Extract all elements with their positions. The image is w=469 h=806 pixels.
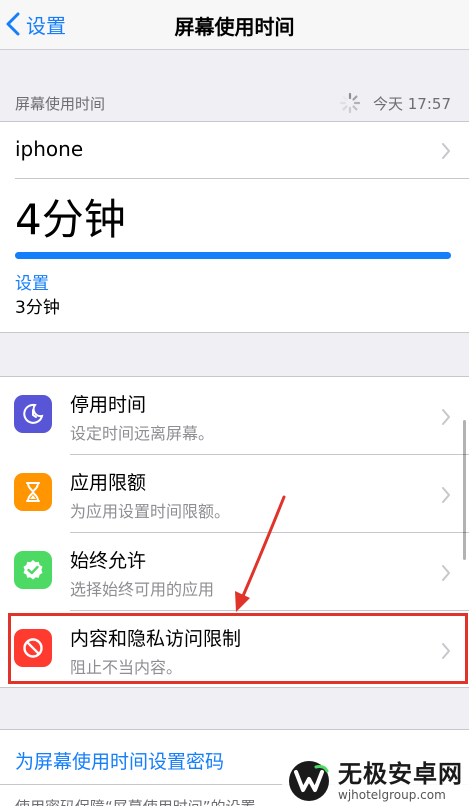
device-row[interactable]: iphone bbox=[0, 122, 469, 179]
updated-time: 今天 17:57 bbox=[373, 94, 451, 113]
category-label: 设置 bbox=[15, 274, 49, 294]
watermark-logo-icon bbox=[289, 761, 329, 801]
checkmark-badge-icon bbox=[14, 551, 52, 589]
restriction-icon bbox=[14, 629, 52, 667]
always-allowed-row[interactable]: 始终允许 选择始终可用的应用 bbox=[0, 533, 469, 611]
passcode-note: 使用密码保障“屏幕使用时间”的设置 bbox=[15, 796, 256, 806]
loading-spinner-icon bbox=[339, 92, 361, 114]
options-list: 停用时间 设定时间远离屏幕。 应用限额 为应用设置时间限额。 始终允许 选择始终… bbox=[0, 376, 469, 688]
page-title: 屏幕使用时间 bbox=[174, 15, 295, 39]
usage-bar[interactable] bbox=[15, 252, 451, 259]
chevron-right-icon bbox=[442, 565, 450, 581]
watermark: 无极安卓网 wjhotelgroup.com bbox=[282, 756, 469, 806]
row-subtitle: 阻止不当内容。 bbox=[70, 658, 183, 677]
row-title: 始终允许 bbox=[70, 550, 147, 572]
row-subtitle: 设定时间远离屏幕。 bbox=[70, 424, 215, 443]
content-privacy-restrictions-row[interactable]: 内容和隐私访问限制 阻止不当内容。 bbox=[0, 611, 469, 689]
navigation-bar: 设置 屏幕使用时间 bbox=[0, 0, 469, 50]
device-name: iphone bbox=[15, 137, 84, 161]
scrollbar[interactable] bbox=[463, 420, 466, 560]
hourglass-icon bbox=[14, 473, 52, 511]
set-passcode-link[interactable]: 为屏幕使用时间设置密码 bbox=[15, 747, 224, 774]
row-title: 内容和隐私访问限制 bbox=[70, 628, 242, 650]
usage-bar-fill bbox=[15, 252, 451, 259]
row-subtitle: 选择始终可用的应用 bbox=[70, 580, 215, 599]
chevron-right-icon bbox=[442, 409, 450, 425]
total-screen-time: 4分钟 bbox=[15, 195, 126, 244]
downtime-row[interactable]: 停用时间 设定时间远离屏幕。 bbox=[0, 377, 469, 455]
divider bbox=[15, 178, 469, 179]
watermark-name: 无极安卓网 bbox=[338, 760, 463, 788]
usage-summary-card: iphone 4分钟 bbox=[0, 121, 469, 333]
category-time: 3分钟 bbox=[15, 298, 60, 318]
chevron-right-icon bbox=[442, 143, 450, 159]
downtime-icon bbox=[14, 395, 52, 433]
chevron-right-icon bbox=[442, 643, 450, 659]
updated-indicator: 今天 17:57 bbox=[339, 92, 451, 114]
chevron-right-icon bbox=[442, 487, 450, 503]
row-title: 应用限额 bbox=[70, 472, 147, 494]
row-subtitle: 为应用设置时间限额。 bbox=[70, 502, 231, 521]
watermark-url: wjhotelgroup.com bbox=[338, 788, 446, 802]
section-header: 屏幕使用时间 bbox=[15, 95, 106, 113]
app-limits-row[interactable]: 应用限额 为应用设置时间限额。 bbox=[0, 455, 469, 533]
row-title: 停用时间 bbox=[70, 394, 147, 416]
